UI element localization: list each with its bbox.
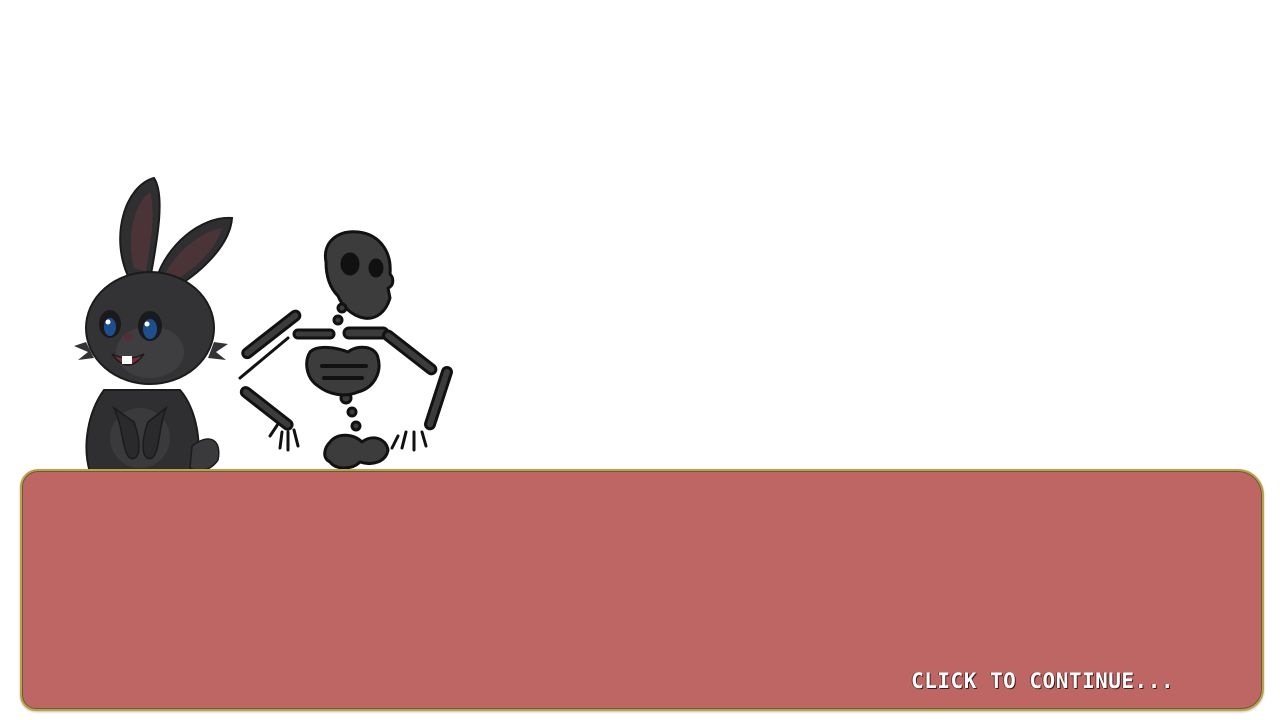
bunny-teeth xyxy=(122,356,132,364)
skeleton-shoulders xyxy=(292,326,390,340)
dialog-box[interactable]: CLICK TO CONTINUE... xyxy=(20,469,1264,711)
continue-button[interactable]: CLICK TO CONTINUE... xyxy=(911,669,1174,693)
skeleton-skull xyxy=(323,230,395,320)
skeleton-ribcage xyxy=(305,345,381,397)
bunny-body xyxy=(85,389,220,472)
skeleton-left-arm xyxy=(238,309,302,452)
bunny-character xyxy=(74,176,234,472)
skeleton-right-arm xyxy=(382,329,453,452)
skeleton-character xyxy=(238,230,453,470)
game-scene: CLICK TO CONTINUE... xyxy=(0,0,1280,720)
skeleton-pelvis xyxy=(323,433,390,470)
